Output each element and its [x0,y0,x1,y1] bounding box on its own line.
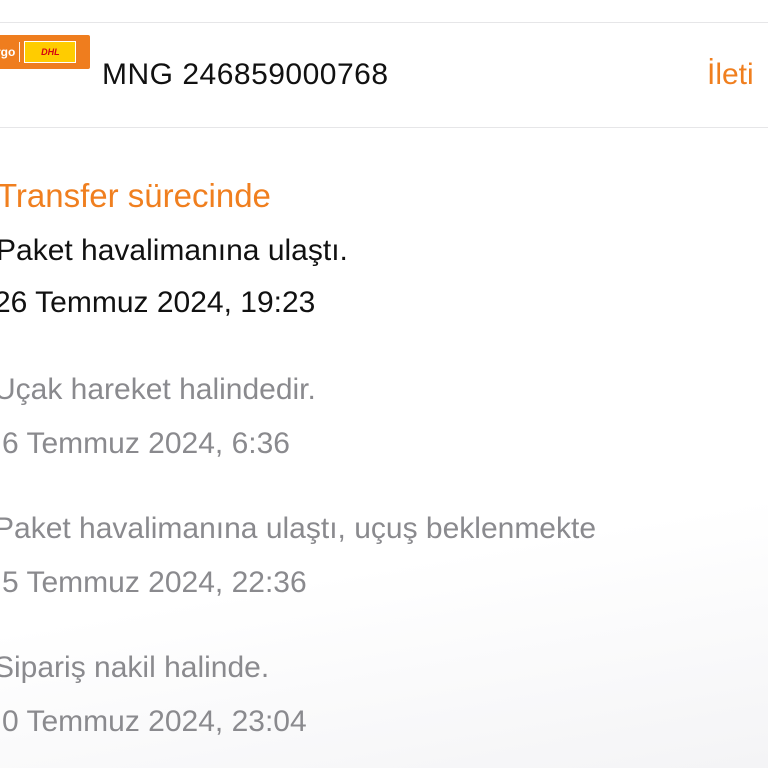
event-description: Uçak hareket halindedir. [0,373,316,406]
event-date: 0 Temmuz 2024, 23:04 [2,705,307,738]
contact-link[interactable]: İleti [707,57,754,93]
status-title: Transfer sürecinde [0,177,271,214]
event-date: 26 Temmuz 2024, 19:23 [0,286,316,319]
top-strip [0,0,768,23]
tracking-screen: rgo DHL MNG 246859000768 İleti Transfer … [0,0,768,768]
event-date: 5 Temmuz 2024, 22:36 [2,566,307,599]
event-description: Sipariş nakil halinde. [0,651,270,684]
event-description: Paket havalimanına ulaştı, uçuş beklenme… [0,512,597,545]
dhl-logo-text: DHL [41,47,60,57]
carrier-logo: rgo DHL [0,35,90,69]
tracking-number: MNG 246859000768 [102,58,389,91]
event-date: 6 Temmuz 2024, 6:36 [2,427,290,460]
carrier-logo-text: rgo [0,45,16,59]
logo-divider [19,42,21,62]
dhl-logo: DHL [24,41,77,63]
event-description: Paket havalimanına ulaştı. [0,234,348,267]
